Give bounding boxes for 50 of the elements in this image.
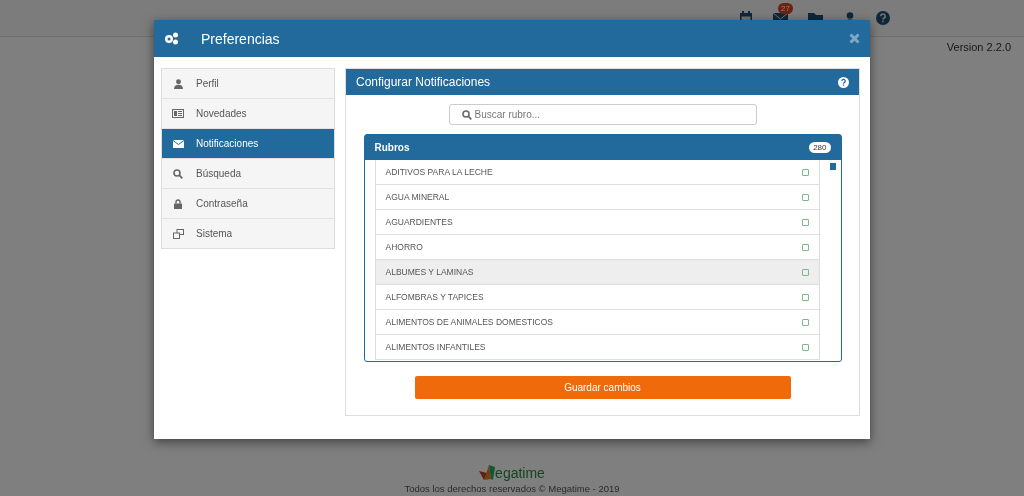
checkbox[interactable] bbox=[801, 168, 809, 176]
user-icon bbox=[173, 78, 183, 89]
item-label: AGUA MINERAL bbox=[385, 192, 450, 202]
checkbox[interactable] bbox=[801, 193, 809, 201]
checkbox[interactable] bbox=[801, 218, 809, 226]
checkbox[interactable] bbox=[801, 293, 809, 301]
version-text: Version 2.2.0 bbox=[946, 41, 1011, 53]
notification-badge: 27 bbox=[778, 3, 793, 14]
item-label: ALIMENTOS DE ANIMALES DOMESTICOS bbox=[385, 317, 554, 327]
panel-title: Configurar Notificaciones bbox=[356, 75, 491, 89]
sidebar-item[interactable]: Contraseña bbox=[162, 189, 334, 219]
checkbox[interactable] bbox=[801, 243, 809, 251]
list-title: Rubros bbox=[374, 142, 410, 153]
list-item[interactable]: ALBUMES Y LAMINAS bbox=[374, 260, 820, 285]
item-label: ADITIVOS PARA LA LECHE bbox=[385, 167, 493, 177]
checkbox[interactable] bbox=[801, 343, 809, 351]
windows-icon bbox=[172, 228, 184, 239]
search-field[interactable]: Buscar rubro... bbox=[448, 104, 757, 125]
item-label: ALIMENTOS INFANTILES bbox=[385, 342, 486, 352]
lock-icon bbox=[174, 198, 182, 209]
list-item[interactable]: ALIMENTOS INFANTILES bbox=[374, 335, 820, 360]
item-label: ALFOMBRAS Y TAPICES bbox=[385, 292, 484, 302]
checkbox[interactable] bbox=[801, 318, 809, 326]
sidebar-item[interactable]: Perfil bbox=[162, 69, 334, 99]
list-item[interactable]: AGUARDIENTES bbox=[374, 210, 820, 235]
count-badge: 280 bbox=[809, 142, 831, 153]
item-label: AGUARDIENTES bbox=[385, 217, 453, 227]
search-icon bbox=[461, 110, 472, 120]
sidebar-item[interactable]: Búsqueda bbox=[162, 159, 334, 189]
list-item[interactable]: ALFOMBRAS Y TAPICES bbox=[374, 285, 820, 310]
help-icon[interactable] bbox=[876, 11, 890, 25]
scrollbar-thumb[interactable] bbox=[829, 163, 836, 170]
checkbox[interactable] bbox=[801, 268, 809, 276]
sidebar-item[interactable]: Sistema bbox=[162, 219, 334, 248]
sidebar-item[interactable]: Notificaciones bbox=[162, 129, 334, 159]
item-label: ALBUMES Y LAMINAS bbox=[385, 267, 474, 277]
close-icon[interactable] bbox=[849, 33, 860, 44]
item-label: AHORRO bbox=[385, 242, 423, 252]
logo-icon bbox=[479, 463, 496, 481]
envelope-icon bbox=[172, 139, 184, 148]
list-item[interactable]: AGUA MINERAL bbox=[374, 185, 820, 210]
dialog-title: Preferencias bbox=[201, 30, 281, 47]
gears-icon bbox=[164, 32, 179, 45]
list-item[interactable]: ALIMENTOS DE ANIMALES DOMESTICOS bbox=[374, 310, 820, 335]
search-icon bbox=[173, 168, 183, 179]
copyright-text: Todos los derechos reservados © Megatime - 2019 bbox=[404, 483, 620, 494]
newspaper-icon bbox=[172, 109, 184, 118]
list-item[interactable]: ADITIVOS PARA LA LECHE bbox=[374, 160, 820, 185]
logo-wordmark: egatime bbox=[495, 465, 545, 481]
help-icon[interactable] bbox=[838, 76, 849, 88]
